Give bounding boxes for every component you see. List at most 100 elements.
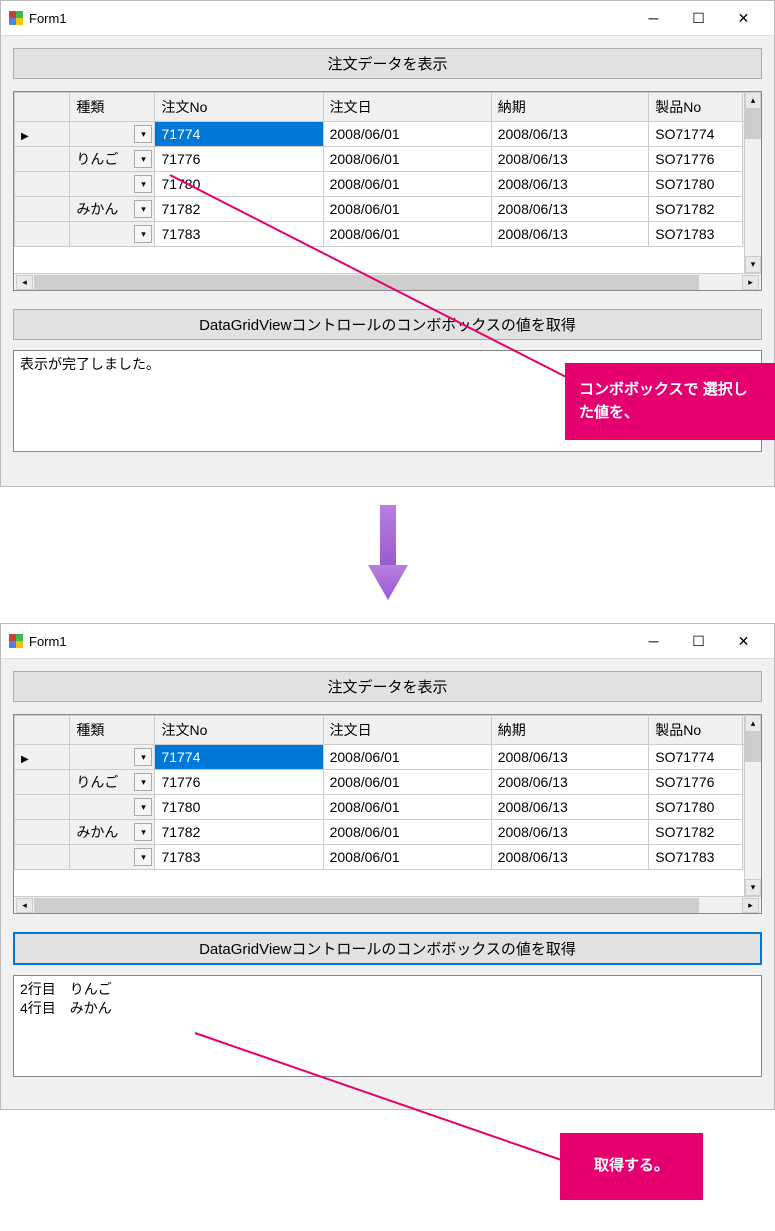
scroll-up-icon[interactable]: ▴ bbox=[745, 92, 761, 109]
col-product-no[interactable]: 製品No bbox=[649, 716, 743, 745]
horizontal-scrollbar[interactable]: ◂ ▸ bbox=[14, 896, 761, 913]
result-textbox[interactable]: 2行目 りんご 4行目 みかん bbox=[13, 975, 762, 1077]
cell-order-no[interactable]: 71783 bbox=[155, 222, 323, 247]
chevron-down-icon[interactable]: ▾ bbox=[134, 748, 152, 766]
get-combo-button[interactable]: DataGridViewコントロールのコンボボックスの値を取得 bbox=[13, 309, 762, 340]
cell-order-date[interactable]: 2008/06/01 bbox=[323, 172, 491, 197]
cell-product-no[interactable]: SO71780 bbox=[649, 795, 743, 820]
col-due[interactable]: 納期 bbox=[491, 93, 649, 122]
cell-due[interactable]: 2008/06/13 bbox=[491, 122, 649, 147]
show-data-button[interactable]: 注文データを表示 bbox=[13, 671, 762, 702]
chevron-down-icon[interactable]: ▾ bbox=[134, 225, 152, 243]
cell-order-date[interactable]: 2008/06/01 bbox=[323, 795, 491, 820]
kind-combo[interactable]: ▾ bbox=[70, 845, 155, 870]
cell-order-no[interactable]: 71776 bbox=[155, 770, 323, 795]
kind-combo[interactable]: ▾ bbox=[70, 745, 155, 770]
kind-combo[interactable]: みかん▾ bbox=[70, 197, 155, 222]
cell-order-date[interactable]: 2008/06/01 bbox=[323, 222, 491, 247]
data-grid[interactable]: 種類 注文No 注文日 納期 製品No ▶ ▾ 71774 2008/06/01… bbox=[13, 714, 762, 914]
chevron-down-icon[interactable]: ▾ bbox=[134, 848, 152, 866]
chevron-down-icon[interactable]: ▾ bbox=[134, 773, 152, 791]
grid-row[interactable]: ▶ ▾ 71774 2008/06/01 2008/06/13 SO71774 bbox=[15, 122, 761, 147]
scroll-right-icon[interactable]: ▸ bbox=[742, 898, 759, 913]
cell-due[interactable]: 2008/06/13 bbox=[491, 820, 649, 845]
kind-combo[interactable]: みかん▾ bbox=[70, 820, 155, 845]
grid-row[interactable]: ▾ 71783 2008/06/01 2008/06/13 SO71783 bbox=[15, 222, 761, 247]
cell-order-no[interactable]: 71782 bbox=[155, 197, 323, 222]
cell-due[interactable]: 2008/06/13 bbox=[491, 745, 649, 770]
cell-order-date[interactable]: 2008/06/01 bbox=[323, 147, 491, 172]
cell-order-date[interactable]: 2008/06/01 bbox=[323, 122, 491, 147]
cell-due[interactable]: 2008/06/13 bbox=[491, 795, 649, 820]
grid-row[interactable]: みかん▾ 71782 2008/06/01 2008/06/13 SO71782 bbox=[15, 197, 761, 222]
cell-order-date[interactable]: 2008/06/01 bbox=[323, 197, 491, 222]
chevron-down-icon[interactable]: ▾ bbox=[134, 823, 152, 841]
close-button[interactable]: ✕ bbox=[721, 7, 766, 29]
cell-order-no[interactable]: 71783 bbox=[155, 845, 323, 870]
col-order-date[interactable]: 注文日 bbox=[323, 93, 491, 122]
cell-due[interactable]: 2008/06/13 bbox=[491, 147, 649, 172]
show-data-button[interactable]: 注文データを表示 bbox=[13, 48, 762, 79]
minimize-button[interactable]: ─ bbox=[631, 7, 676, 29]
kind-combo[interactable]: りんご▾ bbox=[70, 147, 155, 172]
grid-row[interactable]: りんご▾ 71776 2008/06/01 2008/06/13 SO71776 bbox=[15, 770, 761, 795]
chevron-down-icon[interactable]: ▾ bbox=[134, 175, 152, 193]
data-grid[interactable]: 種類 注文No 注文日 納期 製品No ▶ ▾ 71774 2008/06/01… bbox=[13, 91, 762, 291]
scroll-left-icon[interactable]: ◂ bbox=[16, 275, 33, 290]
grid-row[interactable]: ▶ ▾ 71774 2008/06/01 2008/06/13 SO71774 bbox=[15, 745, 761, 770]
get-combo-button[interactable]: DataGridViewコントロールのコンボボックスの値を取得 bbox=[13, 932, 762, 965]
cell-order-no[interactable]: 71780 bbox=[155, 172, 323, 197]
cell-product-no[interactable]: SO71776 bbox=[649, 147, 743, 172]
cell-due[interactable]: 2008/06/13 bbox=[491, 845, 649, 870]
scroll-left-icon[interactable]: ◂ bbox=[16, 898, 33, 913]
col-order-date[interactable]: 注文日 bbox=[323, 716, 491, 745]
kind-combo[interactable]: りんご▾ bbox=[70, 770, 155, 795]
col-order-no[interactable]: 注文No bbox=[155, 716, 323, 745]
chevron-down-icon[interactable]: ▾ bbox=[134, 125, 152, 143]
cell-order-no[interactable]: 71780 bbox=[155, 795, 323, 820]
close-button[interactable]: ✕ bbox=[721, 630, 766, 652]
cell-due[interactable]: 2008/06/13 bbox=[491, 222, 649, 247]
cell-product-no[interactable]: SO71782 bbox=[649, 197, 743, 222]
scroll-down-icon[interactable]: ▾ bbox=[745, 256, 761, 273]
cell-product-no[interactable]: SO71774 bbox=[649, 122, 743, 147]
scroll-down-icon[interactable]: ▾ bbox=[745, 879, 761, 896]
cell-order-date[interactable]: 2008/06/01 bbox=[323, 845, 491, 870]
kind-combo[interactable]: ▾ bbox=[70, 122, 155, 147]
cell-order-date[interactable]: 2008/06/01 bbox=[323, 745, 491, 770]
maximize-button[interactable]: ☐ bbox=[676, 630, 721, 652]
col-due[interactable]: 納期 bbox=[491, 716, 649, 745]
cell-due[interactable]: 2008/06/13 bbox=[491, 197, 649, 222]
vertical-scrollbar[interactable]: ▴ ▾ bbox=[744, 92, 761, 273]
cell-order-date[interactable]: 2008/06/01 bbox=[323, 770, 491, 795]
chevron-down-icon[interactable]: ▾ bbox=[134, 200, 152, 218]
scroll-right-icon[interactable]: ▸ bbox=[742, 275, 759, 290]
cell-order-no[interactable]: 71782 bbox=[155, 820, 323, 845]
cell-product-no[interactable]: SO71782 bbox=[649, 820, 743, 845]
cell-order-no[interactable]: 71774 bbox=[155, 745, 323, 770]
col-order-no[interactable]: 注文No bbox=[155, 93, 323, 122]
horizontal-scrollbar[interactable]: ◂ ▸ bbox=[14, 273, 761, 290]
vertical-scrollbar[interactable]: ▴ ▾ bbox=[744, 715, 761, 896]
grid-row[interactable]: りんご▾ 71776 2008/06/01 2008/06/13 SO71776 bbox=[15, 147, 761, 172]
maximize-button[interactable]: ☐ bbox=[676, 7, 721, 29]
grid-row[interactable]: ▾ 71780 2008/06/01 2008/06/13 SO71780 bbox=[15, 172, 761, 197]
cell-product-no[interactable]: SO71780 bbox=[649, 172, 743, 197]
cell-due[interactable]: 2008/06/13 bbox=[491, 172, 649, 197]
cell-due[interactable]: 2008/06/13 bbox=[491, 770, 649, 795]
cell-order-no[interactable]: 71776 bbox=[155, 147, 323, 172]
col-kind[interactable]: 種類 bbox=[70, 93, 155, 122]
grid-row[interactable]: ▾ 71783 2008/06/01 2008/06/13 SO71783 bbox=[15, 845, 761, 870]
minimize-button[interactable]: ─ bbox=[631, 630, 676, 652]
cell-order-no[interactable]: 71774 bbox=[155, 122, 323, 147]
col-product-no[interactable]: 製品No bbox=[649, 93, 743, 122]
cell-product-no[interactable]: SO71783 bbox=[649, 222, 743, 247]
col-kind[interactable]: 種類 bbox=[70, 716, 155, 745]
cell-order-date[interactable]: 2008/06/01 bbox=[323, 820, 491, 845]
grid-row[interactable]: ▾ 71780 2008/06/01 2008/06/13 SO71780 bbox=[15, 795, 761, 820]
cell-product-no[interactable]: SO71774 bbox=[649, 745, 743, 770]
scroll-up-icon[interactable]: ▴ bbox=[745, 715, 761, 732]
kind-combo[interactable]: ▾ bbox=[70, 795, 155, 820]
kind-combo[interactable]: ▾ bbox=[70, 222, 155, 247]
grid-row[interactable]: みかん▾ 71782 2008/06/01 2008/06/13 SO71782 bbox=[15, 820, 761, 845]
